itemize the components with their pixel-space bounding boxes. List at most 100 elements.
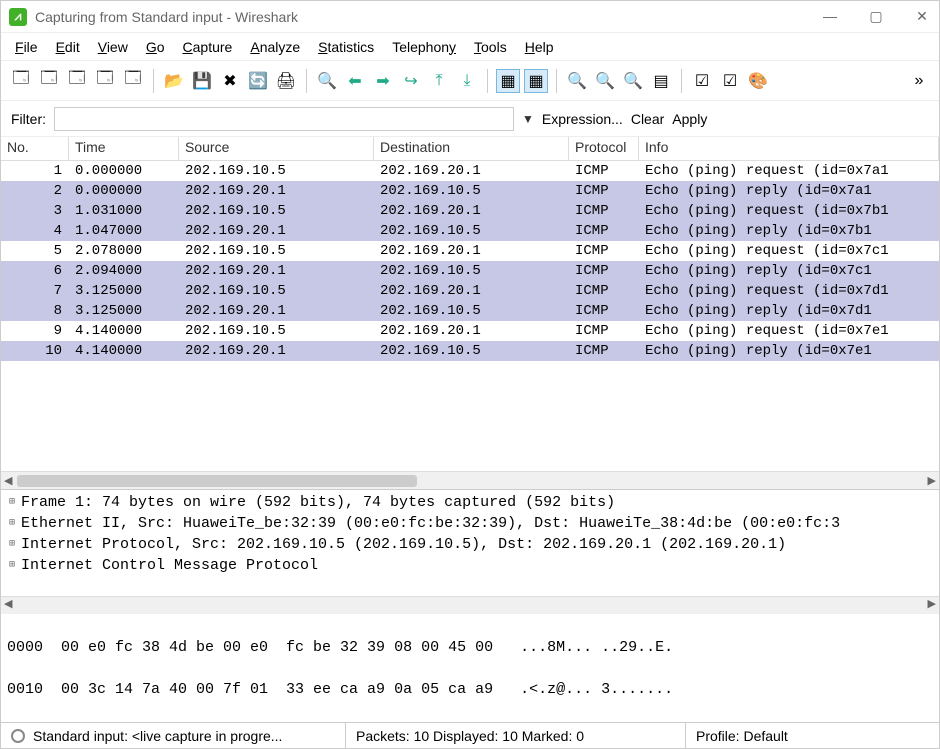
cell: Echo (ping) reply (id=0x7b1 <box>639 221 939 241</box>
cell: 202.169.20.1 <box>179 341 374 361</box>
column-no[interactable]: No. <box>1 137 69 160</box>
column-source[interactable]: Source <box>179 137 374 160</box>
expander-icon[interactable]: ⊞ <box>5 534 19 555</box>
packet-row[interactable]: 41.047000202.169.20.1202.169.10.5ICMPEch… <box>1 221 939 241</box>
cell: 0.000000 <box>69 161 179 181</box>
status-packets: Packets: 10 Displayed: 10 Marked: 0 <box>346 723 686 748</box>
restart-capture-icon[interactable]: 🗔 <box>121 69 145 93</box>
menu-file[interactable]: File <box>15 39 38 55</box>
cell: Echo (ping) request (id=0x7b1 <box>639 201 939 221</box>
details-frame[interactable]: ⊞Frame 1: 74 bytes on wire (592 bits), 7… <box>5 492 935 513</box>
close-button[interactable]: ✕ <box>913 8 931 25</box>
menu-help[interactable]: Help <box>525 39 554 55</box>
scroll-left-icon[interactable]: ◀ <box>4 474 12 487</box>
scroll-left-icon[interactable]: ◀ <box>4 597 12 610</box>
cell: Echo (ping) request (id=0x7c1 <box>639 241 939 261</box>
filter-label: Filter: <box>11 111 46 127</box>
cell: ICMP <box>569 341 639 361</box>
reload-icon[interactable]: 🔄 <box>246 69 270 93</box>
details-ethernet[interactable]: ⊞Ethernet II, Src: HuaweiTe_be:32:39 (00… <box>5 513 935 534</box>
packet-row[interactable]: 94.140000202.169.10.5202.169.20.1ICMPEch… <box>1 321 939 341</box>
expander-icon[interactable]: ⊞ <box>5 492 19 513</box>
menubar: File Edit View Go Capture Analyze Statis… <box>1 33 939 61</box>
close-file-icon[interactable]: ✖ <box>218 69 242 93</box>
cell: Echo (ping) request (id=0x7d1 <box>639 281 939 301</box>
cell: Echo (ping) request (id=0x7a1 <box>639 161 939 181</box>
cell: 10 <box>1 341 69 361</box>
print-icon[interactable]: 🖨 <box>274 69 298 93</box>
cell: ICMP <box>569 261 639 281</box>
packet-row[interactable]: 20.000000202.169.20.1202.169.10.5ICMPEch… <box>1 181 939 201</box>
status-left: Standard input: <live capture in progre.… <box>1 723 346 748</box>
details-scrollbar[interactable]: ◀ ▶ <box>1 596 939 614</box>
packet-row[interactable]: 52.078000202.169.10.5202.169.20.1ICMPEch… <box>1 241 939 261</box>
interfaces-icon[interactable]: 🗔 <box>9 69 33 93</box>
toolbar-overflow-icon[interactable]: » <box>907 69 931 93</box>
expert-info-icon[interactable] <box>11 729 25 743</box>
column-destination[interactable]: Destination <box>374 137 569 160</box>
hex-line: 0000 00 e0 fc 38 4d be 00 e0 fc be 32 39… <box>7 637 933 658</box>
menu-view[interactable]: View <box>98 39 128 55</box>
options-icon[interactable]: 🗔 <box>37 69 61 93</box>
expander-icon[interactable]: ⊞ <box>5 513 19 534</box>
zoom-100-icon[interactable]: 🔍 <box>621 69 645 93</box>
stop-capture-icon[interactable]: 🗔 <box>93 69 117 93</box>
window-buttons: — ▢ ✕ <box>821 8 931 25</box>
display-filters-icon[interactable]: ☑ <box>718 69 742 93</box>
menu-edit[interactable]: Edit <box>56 39 80 55</box>
cell: ICMP <box>569 321 639 341</box>
menu-statistics[interactable]: Statistics <box>318 39 374 55</box>
scroll-thumb[interactable] <box>17 475 417 487</box>
go-first-icon[interactable]: ⤒ <box>427 69 451 93</box>
expression-button[interactable]: Expression... <box>542 111 623 127</box>
auto-scroll-icon[interactable]: ▦ <box>524 69 548 93</box>
menu-capture[interactable]: Capture <box>183 39 233 55</box>
cell: Echo (ping) reply (id=0x7d1 <box>639 301 939 321</box>
cell: 0.000000 <box>69 181 179 201</box>
menu-tools[interactable]: Tools <box>474 39 507 55</box>
colorize-icon[interactable]: ▦ <box>496 69 520 93</box>
packet-row[interactable]: 104.140000202.169.20.1202.169.10.5ICMPEc… <box>1 341 939 361</box>
status-profile[interactable]: Profile: Default <box>686 723 939 748</box>
clear-button[interactable]: Clear <box>631 111 664 127</box>
scroll-right-icon[interactable]: ▶ <box>928 474 936 487</box>
maximize-button[interactable]: ▢ <box>867 8 885 25</box>
minimize-button[interactable]: — <box>821 8 839 25</box>
resize-columns-icon[interactable]: ▤ <box>649 69 673 93</box>
column-time[interactable]: Time <box>69 137 179 160</box>
coloring-rules-icon[interactable]: 🎨 <box>746 69 770 93</box>
go-last-icon[interactable]: ⤓ <box>455 69 479 93</box>
packet-row[interactable]: 31.031000202.169.10.5202.169.20.1ICMPEch… <box>1 201 939 221</box>
column-protocol[interactable]: Protocol <box>569 137 639 160</box>
apply-button[interactable]: Apply <box>672 111 707 127</box>
go-back-icon[interactable]: ⬅ <box>343 69 367 93</box>
menu-analyze[interactable]: Analyze <box>250 39 300 55</box>
details-icmp[interactable]: ⊞Internet Control Message Protocol <box>5 555 935 576</box>
open-icon[interactable]: 📂 <box>162 69 186 93</box>
menu-telephony[interactable]: Telephony <box>392 39 456 55</box>
save-icon[interactable]: 💾 <box>190 69 214 93</box>
go-to-icon[interactable]: ↪ <box>399 69 423 93</box>
capture-filters-icon[interactable]: ☑ <box>690 69 714 93</box>
zoom-in-icon[interactable]: 🔍 <box>565 69 589 93</box>
filter-input[interactable] <box>54 107 514 131</box>
packet-row[interactable]: 73.125000202.169.10.5202.169.20.1ICMPEch… <box>1 281 939 301</box>
details-ip[interactable]: ⊞Internet Protocol, Src: 202.169.10.5 (2… <box>5 534 935 555</box>
filter-dropdown-icon[interactable]: ▼ <box>522 112 534 126</box>
go-forward-icon[interactable]: ➡ <box>371 69 395 93</box>
start-capture-icon[interactable]: 🗔 <box>65 69 89 93</box>
packet-row[interactable]: 10.000000202.169.10.5202.169.20.1ICMPEch… <box>1 161 939 181</box>
find-icon[interactable]: 🔍 <box>315 69 339 93</box>
scroll-right-icon[interactable]: ▶ <box>928 597 936 610</box>
cell: ICMP <box>569 161 639 181</box>
packet-row[interactable]: 83.125000202.169.20.1202.169.10.5ICMPEch… <box>1 301 939 321</box>
cell: 2 <box>1 181 69 201</box>
cell: 202.169.10.5 <box>179 321 374 341</box>
menu-go[interactable]: Go <box>146 39 165 55</box>
packet-bytes-pane[interactable]: 0000 00 e0 fc 38 4d be 00 e0 fc be 32 39… <box>1 614 939 722</box>
packet-row[interactable]: 62.094000202.169.20.1202.169.10.5ICMPEch… <box>1 261 939 281</box>
expander-icon[interactable]: ⊞ <box>5 555 19 576</box>
column-info[interactable]: Info <box>639 137 939 160</box>
packet-list-scrollbar[interactable]: ◀ ▶ <box>1 471 939 489</box>
zoom-out-icon[interactable]: 🔍 <box>593 69 617 93</box>
